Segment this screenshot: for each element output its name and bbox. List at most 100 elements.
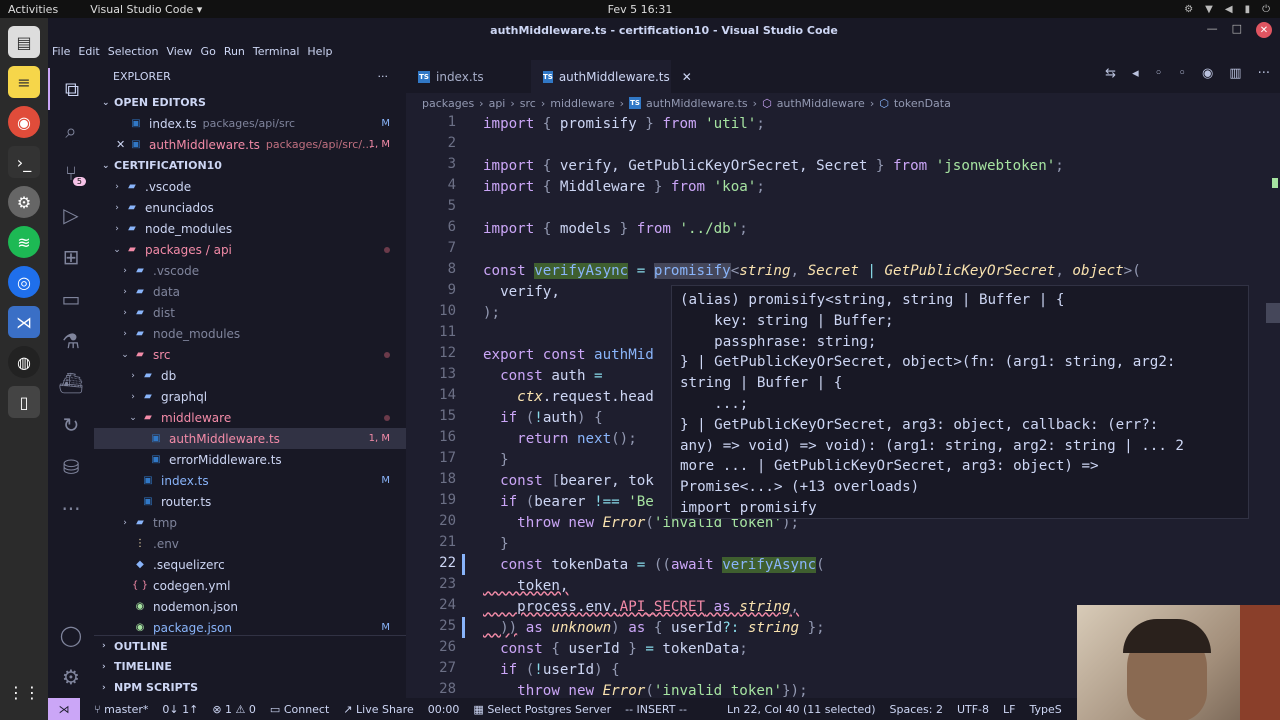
commit-icon[interactable]: ◦ [1155,66,1163,81]
preview-icon[interactable]: ◉ [1202,66,1213,81]
tree-item[interactable]: › ▰ data [94,281,406,302]
tree-item[interactable]: ⌄ ▰ packages / api [94,239,406,260]
liveshare-status[interactable]: ↗ Live Share [343,703,413,716]
breadcrumb-item[interactable]: src [520,97,536,110]
app-grid-icon[interactable]: ⋮⋮ [8,676,40,708]
compare-icon[interactable]: ⇆ [1105,66,1116,81]
battery-icon[interactable]: ▮ [1245,4,1251,15]
activities-button[interactable]: Activities [0,3,66,16]
tree-item[interactable]: › ▰ .vscode [94,260,406,281]
problems-status[interactable]: ⊗ 1 ⚠ 0 [212,703,256,716]
menu-help[interactable]: Help [303,45,336,58]
menu-view[interactable]: View [162,45,196,58]
clock[interactable]: Fev 5 16:31 [600,3,680,16]
tree-item[interactable]: ⋮ .env [94,533,406,554]
close-editor-icon[interactable]: ✕ [116,138,128,151]
volume-icon[interactable]: ◀ [1225,4,1233,15]
wifi-icon[interactable]: ▼ [1205,4,1213,15]
browser-app-icon[interactable]: ◎ [8,266,40,298]
maximize-icon[interactable]: □ [1232,22,1242,38]
split-editor-icon[interactable]: ▥ [1229,66,1241,81]
database-icon[interactable]: ⛁ [48,446,94,488]
breadcrumb-item[interactable]: authMiddleware.ts [646,97,748,110]
extensions-icon[interactable]: ⊞ [48,236,94,278]
commit-next-icon[interactable]: ◦ [1178,66,1186,81]
remote-explorer-icon[interactable]: ▭ [48,278,94,320]
branch-status[interactable]: ⑂ master* [94,703,148,716]
breadcrumb-item[interactable]: authMiddleware [777,97,865,110]
tree-item[interactable]: ⌄ ▰ middleware [94,407,406,428]
chrome-app-icon[interactable]: ◉ [8,106,40,138]
tree-item[interactable]: › ▰ .vscode [94,176,406,197]
breadcrumb-item[interactable]: tokenData [894,97,951,110]
gitlens-icon[interactable]: ↻ [48,404,94,446]
postgres-status[interactable]: ▦ Select Postgres Server [473,703,611,716]
tree-item[interactable]: ◆ .sequelizerc [94,554,406,575]
minimize-icon[interactable]: — [1207,22,1218,38]
explorer-more-icon[interactable]: ··· [378,70,389,83]
tree-item[interactable]: › ▰ node_modules [94,218,406,239]
power-icon[interactable]: ⏻ [1262,4,1270,15]
outline-section[interactable]: › OUTLINE [94,635,406,656]
remote-indicator-icon[interactable]: ⋊ [48,698,80,720]
gitlens-back-icon[interactable]: ◂ [1132,66,1139,81]
sync-status[interactable]: 0↓ 1↑ [162,703,198,716]
menu-terminal[interactable]: Terminal [249,45,304,58]
tree-item[interactable]: › ▰ db [94,365,406,386]
open-editor-authmiddleware[interactable]: ✕ ▣ authMiddleware.ts packages/api/src/.… [94,134,406,155]
open-editors-section[interactable]: ⌄ OPEN EDITORS [94,92,406,113]
obs-app-icon[interactable]: ◍ [8,346,40,378]
terminal-app-icon[interactable]: ›_ [8,146,40,178]
settings-app-icon[interactable]: ⚙ [8,186,40,218]
menu-run[interactable]: Run [220,45,249,58]
tree-item[interactable]: ◉ nodemon.json [94,596,406,617]
explorer-icon[interactable]: ⧉ [48,68,94,110]
menu-file[interactable]: File [48,45,74,58]
cursor-position[interactable]: Ln 22, Col 40 (11 selected) [727,703,876,716]
spotify-app-icon[interactable]: ≋ [8,226,40,258]
npm-scripts-section[interactable]: › NPM SCRIPTS [94,677,406,698]
menu-go[interactable]: Go [197,45,220,58]
tree-item[interactable]: ▣ authMiddleware.ts 1, M [94,428,406,449]
menu-selection[interactable]: Selection [104,45,163,58]
phone-app-icon[interactable]: ▯ [8,386,40,418]
system-tray[interactable]: ⚙ ▼ ◀ ▮ ⏻ [1184,4,1270,15]
timeline-section[interactable]: › TIMELINE [94,656,406,677]
close-tab-icon[interactable]: ✕ [682,70,692,84]
tree-item[interactable]: { } codegen.yml [94,575,406,596]
notes-app-icon[interactable]: ≡ [8,66,40,98]
language-mode[interactable]: TypeS [1030,703,1062,716]
menu-edit[interactable]: Edit [74,45,103,58]
network-icon[interactable]: ⚙ [1184,4,1193,15]
tree-item[interactable]: ⌄ ▰ src [94,344,406,365]
search-icon[interactable]: ⌕ [48,110,94,152]
eol[interactable]: LF [1003,703,1015,716]
vscode-app-icon[interactable]: ⋊ [8,306,40,338]
docker-icon[interactable]: ⛴ [48,362,94,404]
tree-item[interactable]: ▣ router.ts [94,491,406,512]
manage-gear-icon[interactable]: ⚙ [48,656,94,698]
breadcrumb-item[interactable]: api [489,97,506,110]
tree-item[interactable]: › ▰ tmp [94,512,406,533]
indentation[interactable]: Spaces: 2 [890,703,943,716]
breadcrumb-item[interactable]: middleware [550,97,614,110]
connect-status[interactable]: ▭ Connect [270,703,329,716]
open-editor-index[interactable]: ▣ index.ts packages/api/src M [94,113,406,134]
more-icon[interactable]: ··· [48,488,94,530]
project-section[interactable]: ⌄ CERTIFICATION10 [94,155,406,176]
close-window-icon[interactable]: ✕ [1256,22,1272,38]
run-debug-icon[interactable]: ▷ [48,194,94,236]
timer-status[interactable]: 00:00 [428,703,460,716]
app-menu[interactable]: Visual Studio Code ▾ [90,3,202,16]
tree-item[interactable]: ▣ index.ts M [94,470,406,491]
tree-item[interactable]: › ▰ dist [94,302,406,323]
test-icon[interactable]: ⚗ [48,320,94,362]
tree-item[interactable]: › ▰ enunciados [94,197,406,218]
tree-item[interactable]: ▣ errorMiddleware.ts [94,449,406,470]
more-actions-icon[interactable]: ··· [1258,66,1270,81]
source-control-icon[interactable]: ⑂ 5 [48,152,94,194]
tree-item[interactable]: › ▰ node_modules [94,323,406,344]
tab-index-ts[interactable]: TS index.ts [406,60,531,93]
breadcrumb-item[interactable]: packages [422,97,474,110]
account-icon[interactable]: ◯ [48,614,94,656]
